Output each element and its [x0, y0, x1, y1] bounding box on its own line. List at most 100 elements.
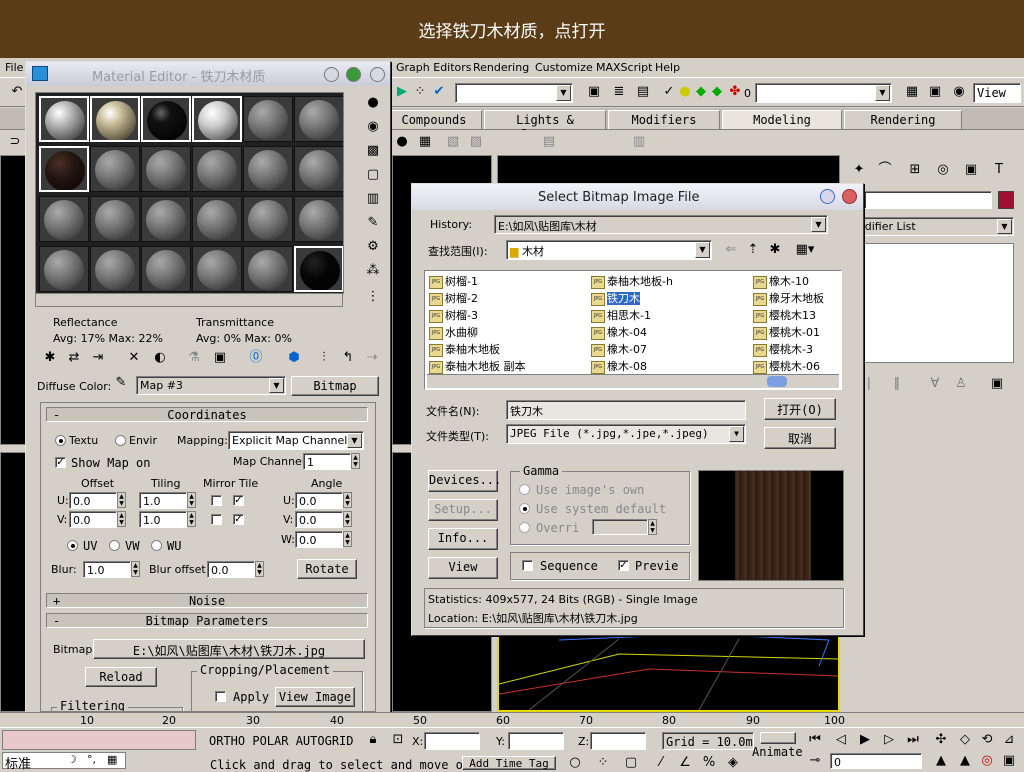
tab-rendering[interactable]: Rendering — [844, 110, 962, 129]
play-icon[interactable]: ▶ — [856, 731, 874, 749]
ime-keyboard-icon[interactable]: ▦ — [107, 753, 117, 766]
show-map-in-viewport-icon[interactable]: ⬢ — [285, 349, 303, 367]
grid-icon[interactable]: ▦ — [416, 133, 434, 151]
arc-rotate-icon[interactable]: ◎ — [978, 752, 996, 770]
file-item[interactable]: JPG 樱桃木-06 — [753, 358, 820, 374]
menu-maxscript[interactable]: MAXScript — [596, 61, 652, 74]
file-item[interactable]: JPG 水曲柳 — [429, 324, 478, 340]
override-radio[interactable] — [519, 522, 530, 533]
file-item[interactable]: JPG 橡木-07 — [591, 341, 647, 357]
filetype-dropdown[interactable]: JPEG File (*.jpg,*.jpe,*.jpeg) ▼ — [506, 424, 746, 444]
render-icon[interactable]: ◆ — [708, 83, 726, 101]
make-copy-icon[interactable]: ◐ — [151, 349, 169, 367]
animate-button[interactable] — [760, 732, 796, 744]
tab-lights-cameras[interactable]: Lights & Cameras — [484, 110, 606, 141]
assign-material-icon[interactable]: ⇥ — [89, 349, 107, 367]
close-button[interactable] — [370, 67, 385, 82]
sample-slot[interactable] — [39, 146, 89, 192]
options-icon[interactable]: ⚙ — [364, 238, 382, 256]
file-item[interactable]: JPG 橡木-08 — [591, 358, 647, 374]
diffuse-type-button[interactable]: Bitmap — [291, 376, 379, 396]
z-coordinate-field[interactable] — [590, 732, 646, 750]
back-icon[interactable]: ⇐ — [722, 241, 740, 259]
fov-icon[interactable]: ⊿ — [1000, 731, 1018, 749]
u-offset-field[interactable]: 0.0 — [69, 492, 117, 509]
video-color-check-icon[interactable]: ▥ — [364, 190, 382, 208]
blur-offset-field[interactable]: 0.0 — [207, 561, 255, 578]
sample-slot[interactable] — [141, 246, 191, 292]
previous-frame-icon[interactable]: ◁ — [832, 731, 850, 749]
menu-customize[interactable]: Customize — [535, 61, 593, 74]
object-color-swatch[interactable] — [998, 191, 1014, 209]
color-swatch-icon[interactable]: ✤ — [726, 83, 744, 101]
view-image-button[interactable]: View Image — [275, 687, 355, 707]
material-id-icon[interactable]: ⓪ — [247, 349, 265, 367]
maxscript-listener[interactable] — [2, 730, 196, 750]
sample-slot[interactable] — [243, 96, 293, 142]
texture-radio[interactable] — [55, 435, 66, 446]
v-offset-spinner[interactable]: ▲ ▼ — [117, 511, 126, 527]
eyedropper-icon[interactable]: ✎ — [112, 374, 130, 392]
show-map-checkbox[interactable]: ✓ — [55, 457, 66, 468]
modifier-list-dropdown[interactable]: odifier List ▼ — [854, 217, 1014, 236]
file-item[interactable]: JPG 树榴-2 — [429, 290, 478, 306]
history-dropdown[interactable]: E:\如风\贴图库\木材 ▼ — [494, 215, 828, 234]
view-button[interactable]: View — [428, 557, 498, 579]
put-to-scene-icon[interactable]: ⇄ — [65, 349, 83, 367]
scrollbar-thumb[interactable] — [767, 376, 787, 387]
remove-modifier-icon[interactable]: ♙ — [952, 375, 970, 393]
key-mode-icon[interactable]: ⊸ — [806, 752, 824, 770]
make-unique-icon-me[interactable]: ⚗ — [185, 349, 203, 367]
modifier-stack[interactable] — [854, 243, 1014, 363]
uv-radio[interactable] — [67, 540, 78, 551]
blur-field[interactable]: 1.0 — [83, 561, 131, 578]
file-item[interactable]: JPG 铁刀木 — [591, 290, 640, 306]
up-folder-icon[interactable]: ⇡ — [744, 241, 762, 259]
map-channel-field[interactable]: 1 — [303, 453, 351, 470]
sample-slot[interactable] — [141, 146, 191, 192]
background-checker-icon[interactable]: ▩ — [364, 142, 382, 160]
get-material-icon[interactable]: ✱ — [41, 349, 59, 367]
file-item[interactable]: JPG 泰柚木地板 副本 — [429, 358, 526, 374]
override-spinner[interactable]: ▲ ▼ — [648, 519, 657, 535]
file-item[interactable]: JPG 橡牙木地板 — [753, 290, 824, 306]
file-item[interactable]: JPG 樱桃木-3 — [753, 341, 813, 357]
sample-slot[interactable] — [294, 246, 344, 292]
zoom-all-icon[interactable]: ▲ — [956, 752, 974, 770]
sample-slot[interactable] — [243, 246, 293, 292]
display-icon[interactable]: ▣ — [962, 161, 980, 179]
next-frame-icon[interactable]: ▷ — [880, 731, 898, 749]
selection-set-dropdown[interactable]: ▼ — [755, 83, 892, 103]
blur-offset-spinner[interactable]: ▲ ▼ — [255, 561, 264, 577]
u-angle-field[interactable]: 0.0 — [295, 492, 343, 509]
degradation-icon[interactable]: ▢ — [622, 754, 640, 772]
w-angle-field[interactable]: 0.0 — [295, 531, 343, 548]
viewport-bottom-left[interactable] — [0, 452, 26, 712]
filename-field[interactable]: 铁刀木 — [506, 400, 746, 420]
mapping-dropdown[interactable]: Explicit Map Channel ▼ — [228, 431, 364, 450]
coordinates-rollout-header[interactable]: - Coordinates — [46, 407, 368, 422]
named-selection-dropdown[interactable]: ▼ — [455, 83, 573, 103]
view-menu-icon[interactable]: ▦▾ — [792, 241, 818, 259]
object-name-field[interactable] — [864, 191, 992, 209]
curve-editor-icon[interactable]: ▤ — [634, 83, 652, 101]
mirror-icon[interactable]: ▣ — [585, 83, 603, 101]
ime-moon-icon[interactable]: ☽ — [67, 753, 77, 766]
u-tiling-spinner[interactable]: ▲ ▼ — [187, 492, 196, 508]
sample-slot[interactable] — [192, 96, 242, 142]
blur-spinner[interactable]: ▲ ▼ — [131, 561, 140, 577]
u-tile-checkbox[interactable]: ✓ — [233, 495, 244, 506]
info-button[interactable]: Info... — [428, 528, 498, 550]
reset-material-icon[interactable]: ✕ — [125, 349, 143, 367]
crossing-icon[interactable]: ○ — [566, 754, 584, 772]
sample-slot[interactable] — [294, 146, 344, 192]
minimize-button[interactable] — [324, 67, 339, 82]
u-offset-spinner[interactable]: ▲ ▼ — [117, 492, 126, 508]
render-view-field[interactable]: View — [973, 83, 1021, 103]
layer-icon[interactable]: ≣ — [610, 83, 628, 101]
go-forward-sibling-icon[interactable]: ⇢ — [363, 349, 381, 367]
configure-modifier-icon[interactable]: ▣ — [988, 375, 1006, 393]
sphere-icon[interactable]: ● — [393, 133, 411, 151]
y-coordinate-field[interactable] — [508, 732, 564, 750]
undo-icon[interactable]: ↶ — [8, 83, 26, 101]
